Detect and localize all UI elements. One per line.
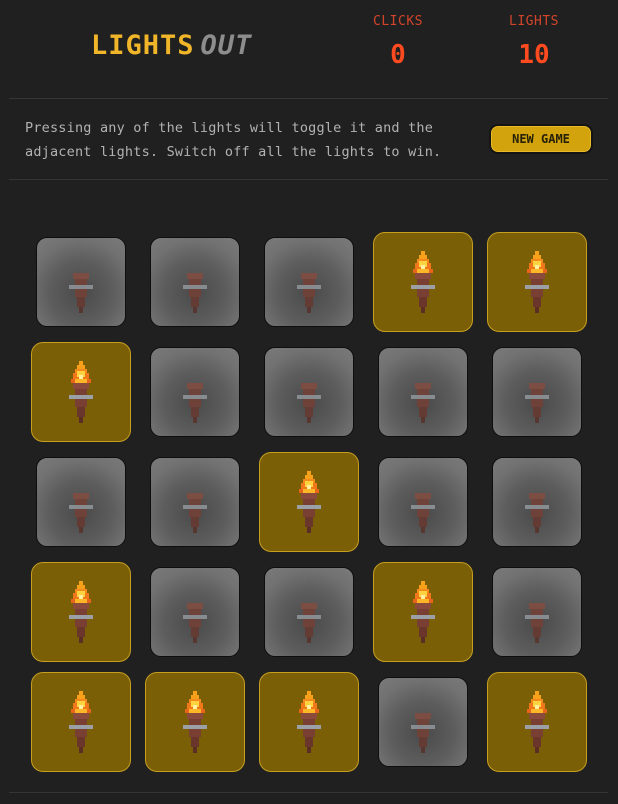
light-cell-r1-c4[interactable] [368, 227, 478, 337]
light-cell-r5-c1[interactable] [26, 667, 136, 777]
lit-torch-icon [65, 689, 97, 761]
unlit-torch-icon [521, 579, 553, 651]
lit-torch-icon [65, 359, 97, 431]
lights-value: 10 [518, 40, 550, 70]
light-cell-r4-c4[interactable] [368, 557, 478, 667]
light-cell-r4-c2[interactable] [140, 557, 250, 667]
lit-torch-icon [65, 579, 97, 651]
light-cell-r2-c4[interactable] [368, 337, 478, 447]
lit-torch-icon [407, 249, 439, 321]
light-cell-r5-c2[interactable] [140, 667, 250, 777]
clicks-label: CLICKS [373, 14, 423, 29]
light-cell-r5-c3[interactable] [254, 667, 364, 777]
lights-counter: LIGHTS 10 [494, 14, 574, 70]
unlit-torch-icon [521, 359, 553, 431]
lit-torch-icon [521, 689, 553, 761]
light-cell-r3-c4[interactable] [368, 447, 478, 557]
instructions-divider [9, 179, 608, 180]
header: LIGHTS OUT CLICKS 0 LIGHTS 10 [0, 0, 618, 98]
light-cell-r1-c2[interactable] [140, 227, 250, 337]
bottom-divider [9, 792, 608, 793]
unlit-torch-icon [293, 359, 325, 431]
unlit-torch-icon [179, 579, 211, 651]
light-cell-r2-c5[interactable] [482, 337, 592, 447]
title-word-lights: LIGHTS [91, 30, 195, 61]
instructions-line-2: adjacent lights. Switch off all the ligh… [25, 144, 442, 160]
lit-torch-icon [293, 689, 325, 761]
lit-torch-icon [179, 689, 211, 761]
light-cell-r3-c2[interactable] [140, 447, 250, 557]
light-cell-r3-c3[interactable] [254, 447, 364, 557]
title-word-out: OUT [200, 30, 253, 61]
new-game-button[interactable]: NEW GAME [489, 124, 593, 154]
light-cell-r1-c5[interactable] [482, 227, 592, 337]
light-cell-r2-c2[interactable] [140, 337, 250, 447]
unlit-torch-icon [407, 359, 439, 431]
unlit-torch-icon [407, 469, 439, 541]
light-cell-r3-c5[interactable] [482, 447, 592, 557]
light-cell-r5-c5[interactable] [482, 667, 592, 777]
light-cell-r2-c3[interactable] [254, 337, 364, 447]
instructions-text: Pressing any of the lights will toggle i… [25, 116, 465, 164]
unlit-torch-icon [65, 249, 97, 321]
lit-torch-icon [407, 579, 439, 651]
lit-torch-icon [521, 249, 553, 321]
unlit-torch-icon [521, 469, 553, 541]
unlit-torch-icon [293, 249, 325, 321]
lights-board [26, 227, 592, 777]
unlit-torch-icon [179, 359, 211, 431]
unlit-torch-icon [407, 689, 439, 761]
lights-out-page: LIGHTS OUT CLICKS 0 LIGHTS 10 Pressing an… [0, 0, 618, 804]
instructions-line-1: Pressing any of the lights will toggle i… [25, 120, 434, 136]
clicks-counter: CLICKS 0 [358, 14, 438, 70]
header-divider [9, 98, 608, 99]
lights-label: LIGHTS [509, 14, 559, 29]
unlit-torch-icon [65, 469, 97, 541]
light-cell-r4-c5[interactable] [482, 557, 592, 667]
light-cell-r4-c1[interactable] [26, 557, 136, 667]
light-cell-r5-c4[interactable] [368, 667, 478, 777]
light-cell-r2-c1[interactable] [26, 337, 136, 447]
clicks-value: 0 [390, 40, 406, 70]
game-title: LIGHTS OUT [91, 31, 252, 61]
lit-torch-icon [293, 469, 325, 541]
light-cell-r4-c3[interactable] [254, 557, 364, 667]
light-cell-r1-c1[interactable] [26, 227, 136, 337]
unlit-torch-icon [179, 249, 211, 321]
unlit-torch-icon [179, 469, 211, 541]
unlit-torch-icon [293, 579, 325, 651]
light-cell-r3-c1[interactable] [26, 447, 136, 557]
light-cell-r1-c3[interactable] [254, 227, 364, 337]
